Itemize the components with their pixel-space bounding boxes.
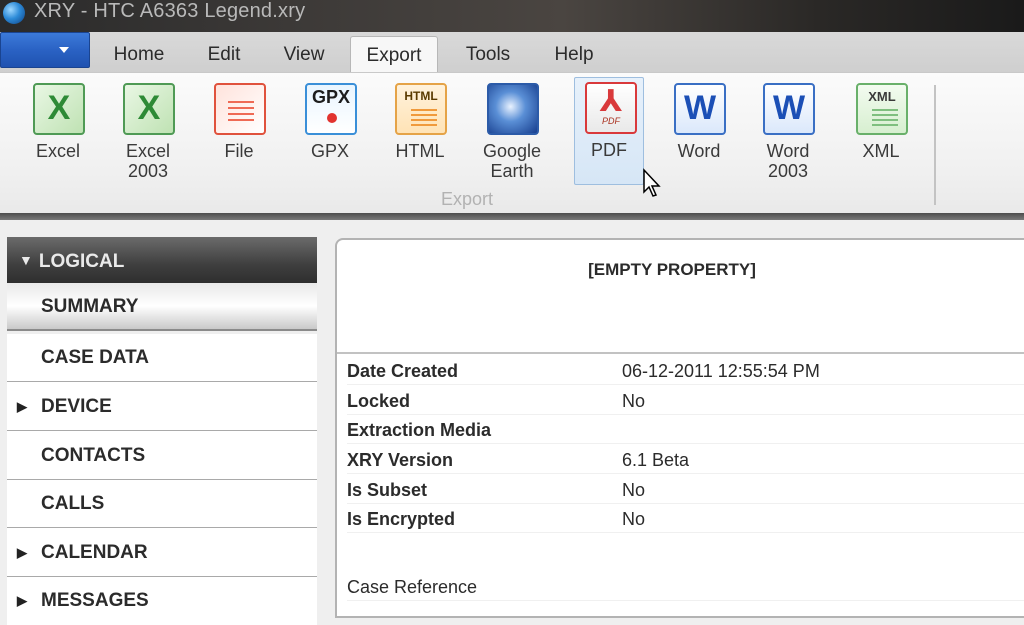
ribbon-group-label: Export [441,189,494,209]
panel-title: [EMPTY PROPERTY] [588,260,756,279]
sidebar-item-device[interactable]: ▶ DEVICE [7,383,317,431]
window-title: XRY - HTC A6363 Legend.xry [34,0,306,22]
panel-divider [337,352,1024,354]
export-word-button[interactable]: W Word [664,79,734,185]
gpx-icon: GPX [305,83,357,135]
sidebar-item-calendar[interactable]: ▶ CALENDAR [7,529,317,577]
export-excel-2003-button[interactable]: X Excel 2003 [113,79,183,185]
property-row: Is Encrypted No [347,504,1024,533]
export-pdf-button[interactable]: ⅄ PDF PDF [574,77,644,185]
property-row: Locked No [347,386,1024,415]
ribbon-tabs: Home Edit View Export Tools Help [0,32,1024,74]
file-icon [214,83,266,135]
ribbon-bottom-border [0,213,1024,220]
property-row: Case Reference [347,572,1024,601]
export-xml-button[interactable]: XML XML [846,79,916,185]
expand-arrow-icon: ▶ [17,399,27,414]
title-bar: XRY - HTC A6363 Legend.xry [0,0,1024,32]
tab-edit[interactable]: Edit [196,38,252,72]
property-row: Date Created 06-12-2011 12:55:54 PM [347,356,1024,385]
app-menu-button[interactable] [0,32,90,68]
export-file-button[interactable]: File [204,79,274,185]
ribbon-panel: X Excel X Excel 2003 File GPX GPX HTML H… [0,72,1024,215]
export-html-button[interactable]: HTML HTML [385,79,455,185]
export-excel-button[interactable]: X Excel [23,79,93,185]
expand-arrow-icon: ▶ [17,593,27,608]
html-icon: HTML [395,83,447,135]
word-2003-icon: W [763,83,815,135]
sidebar-header-logical[interactable]: ▼ LOGICAL [7,237,317,283]
sidebar-item-contacts[interactable]: CONTACTS [7,432,317,480]
tab-home[interactable]: Home [104,38,174,72]
excel-2003-icon: X [123,83,175,135]
property-row: Is Subset No [347,475,1024,504]
sidebar-item-calls[interactable]: CALLS [7,480,317,528]
tab-help[interactable]: Help [544,38,604,72]
excel-icon: X [33,83,85,135]
property-row: Extraction Media [347,415,1024,444]
word-icon: W [674,83,726,135]
export-gpx-button[interactable]: GPX GPX [295,79,365,185]
sidebar: ▼ LOGICAL SUMMARY CASE DATA ▶ DEVICE CONT… [0,220,335,625]
expand-arrow-icon: ▶ [17,545,27,560]
pdf-icon: ⅄ PDF [585,82,637,134]
property-row: XRY Version 6.1 Beta [347,445,1024,474]
caret-down-icon: ▼ [19,252,33,268]
tab-view[interactable]: View [274,38,334,72]
summary-panel: [EMPTY PROPERTY] Date Created 06-12-2011… [335,238,1024,618]
google-earth-icon [487,83,539,135]
export-word-2003-button[interactable]: W Word 2003 [753,79,823,185]
tab-tools[interactable]: Tools [456,38,520,72]
sidebar-item-summary[interactable]: SUMMARY [7,283,317,331]
caret-down-icon [59,47,69,53]
tab-export[interactable]: Export [350,36,438,74]
app-logo-icon [3,2,25,24]
xml-icon: XML [856,83,908,135]
export-google-earth-button[interactable]: Google Earth [477,79,547,185]
sidebar-item-messages[interactable]: ▶ MESSAGES [7,577,317,625]
ribbon-group-separator [934,85,936,205]
mouse-cursor-icon [643,168,661,197]
sidebar-item-case-data[interactable]: CASE DATA [7,334,317,382]
